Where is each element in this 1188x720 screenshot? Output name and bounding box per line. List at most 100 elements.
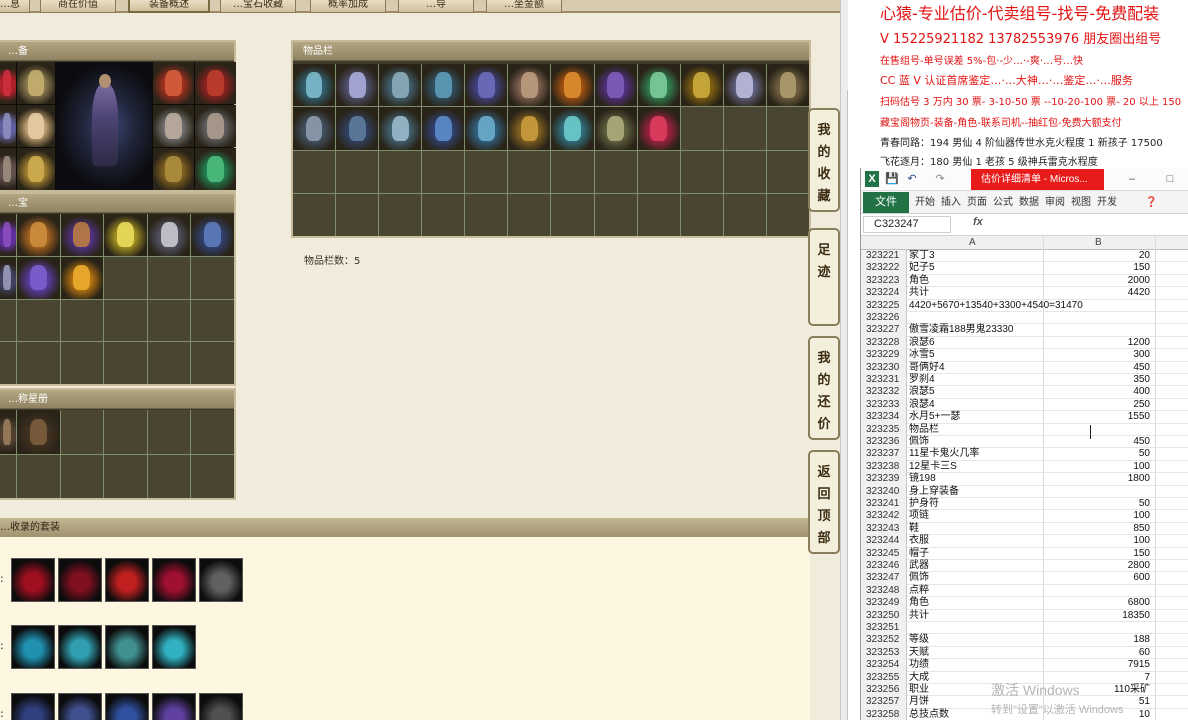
sheet-row[interactable]: 323249 角色 6800 — [861, 597, 1188, 610]
name-box[interactable]: C323247 — [863, 216, 951, 233]
empty-slot[interactable] — [104, 256, 147, 299]
row-number[interactable]: 323224 — [861, 287, 907, 300]
suit-item[interactable] — [11, 558, 55, 602]
cell-a[interactable]: 衣服 — [909, 535, 1043, 547]
row-number[interactable]: 323225 — [861, 299, 907, 312]
row-number[interactable]: 323251 — [861, 622, 907, 635]
inventory-slot[interactable] — [680, 64, 723, 107]
empty-slot[interactable] — [379, 193, 422, 236]
empty-slot[interactable] — [637, 193, 680, 236]
nav-tab-3[interactable]: 装备概述 — [128, 0, 210, 13]
cell-b[interactable]: 2800 — [1044, 560, 1154, 572]
empty-slot[interactable] — [104, 342, 147, 384]
empty-slot[interactable] — [293, 150, 336, 193]
sheet-row[interactable]: 323241 护身符 50 — [861, 498, 1188, 511]
cell-b[interactable]: 450 — [1044, 362, 1154, 374]
inventory-slot[interactable] — [637, 64, 680, 107]
cell-a[interactable]: 身上穿装备 — [909, 486, 1043, 498]
empty-slot[interactable] — [0, 299, 16, 342]
sheet-row[interactable]: 323235 物品栏 — [861, 423, 1188, 436]
row-number[interactable]: 323247 — [861, 572, 907, 585]
cell-a[interactable]: 佩饰 — [909, 572, 1043, 584]
sheet-row[interactable]: 323233 浪瑟4 250 — [861, 398, 1188, 412]
ribbon-tab-formula[interactable]: 公式 — [993, 193, 1013, 212]
row-number[interactable]: 323243 — [861, 522, 907, 536]
suit-item[interactable] — [152, 558, 196, 602]
row-number[interactable]: 323223 — [861, 274, 907, 288]
equip-slot[interactable] — [17, 105, 55, 147]
inventory-slot[interactable] — [422, 64, 465, 107]
empty-slot[interactable] — [60, 410, 104, 454]
inventory-slot[interactable] — [336, 107, 379, 150]
cell-a[interactable]: 家丁3 — [909, 250, 1043, 262]
sheet-row[interactable]: 323221 家丁3 20 — [861, 250, 1188, 263]
column-a-header[interactable]: A — [969, 237, 976, 248]
sheet-row[interactable]: 323242 项链 100 — [861, 510, 1188, 523]
cell-b[interactable]: 2000 — [1044, 275, 1154, 287]
sheet-row[interactable]: 323253 天赋 60 — [861, 646, 1188, 660]
minimize-icon[interactable]: – — [1125, 171, 1139, 187]
sheet-row[interactable]: 323246 武器 2800 — [861, 560, 1188, 573]
row-number[interactable]: 323235 — [861, 423, 907, 436]
column-b-header[interactable]: B — [1095, 237, 1102, 248]
cell-a[interactable]: 12星卡三S — [909, 461, 1043, 473]
cell-b[interactable]: 50 — [1044, 498, 1154, 510]
empty-slot[interactable] — [191, 256, 234, 299]
empty-slot[interactable] — [60, 299, 104, 342]
nav-tab-4[interactable]: …宝石收藏 — [220, 0, 296, 13]
sheet-row[interactable]: 323226 — [861, 312, 1188, 325]
equip-slot[interactable] — [153, 62, 194, 104]
help-icon[interactable]: ❓ — [1145, 193, 1157, 212]
row-number[interactable]: 323245 — [861, 547, 907, 560]
ribbon-tab-review[interactable]: 审阅 — [1045, 193, 1065, 212]
suit-item[interactable] — [58, 625, 102, 669]
empty-slot[interactable] — [594, 150, 637, 193]
equip-slot[interactable] — [153, 105, 194, 147]
cell-b[interactable]: 1800 — [1044, 473, 1154, 485]
empty-slot[interactable] — [147, 454, 191, 498]
empty-slot[interactable] — [0, 342, 16, 384]
inventory-slot[interactable] — [379, 107, 422, 150]
back-to-top-button[interactable]: 返回顶部 — [808, 450, 840, 554]
empty-slot[interactable] — [723, 150, 766, 193]
row-number[interactable]: 323240 — [861, 485, 907, 498]
suit-item[interactable] — [152, 693, 196, 720]
cell-a[interactable]: 角色 — [909, 275, 1043, 287]
sheet-row[interactable]: 323232 浪瑟5 400 — [861, 386, 1188, 399]
suit-item[interactable] — [105, 558, 149, 602]
empty-slot[interactable] — [551, 150, 594, 193]
cell-a[interactable]: 妃子5 — [909, 262, 1043, 274]
row-number[interactable]: 323246 — [861, 560, 907, 573]
treasure-slot[interactable] — [0, 256, 16, 299]
scrollbar-thumb[interactable] — [847, 90, 848, 720]
nav-tab-5[interactable]: 概率加成 — [310, 0, 386, 13]
cell-b[interactable]: 400 — [1044, 386, 1154, 398]
my-favorites-button[interactable]: 我的收藏 — [808, 108, 840, 212]
empty-slot[interactable] — [379, 150, 422, 193]
sheet-row[interactable]: 323223 角色 2000 — [861, 274, 1188, 288]
cell-a[interactable]: 4420+5670+13540+3300+4540=31470 — [909, 300, 1083, 312]
inventory-slot[interactable] — [379, 64, 422, 107]
cell-a[interactable]: 点粹 — [909, 585, 1043, 597]
fx-icon[interactable]: fx — [973, 216, 983, 228]
cell-a[interactable]: 共计 — [909, 610, 1043, 622]
cell-a[interactable]: 11星卡鬼火几率 — [909, 448, 1043, 460]
sheet-row[interactable]: 323225 4420+5670+13540+3300+4540=31470 — [861, 299, 1188, 312]
empty-slot[interactable] — [191, 342, 234, 384]
cell-a[interactable]: 武器 — [909, 560, 1043, 572]
empty-slot[interactable] — [336, 150, 379, 193]
row-number[interactable]: 323222 — [861, 262, 907, 275]
suit-item[interactable] — [199, 558, 243, 602]
empty-slot[interactable] — [104, 410, 147, 454]
cell-b[interactable]: 850 — [1044, 523, 1154, 535]
empty-slot[interactable] — [723, 107, 766, 150]
sheet-row[interactable]: 323224 共计 4420 — [861, 287, 1188, 300]
cell-b[interactable]: 7915 — [1044, 659, 1154, 671]
inventory-slot[interactable] — [637, 107, 680, 150]
empty-slot[interactable] — [465, 193, 508, 236]
row-number[interactable]: 323229 — [861, 349, 907, 362]
equip-slot[interactable] — [195, 148, 236, 190]
sheet-row[interactable]: 323234 水月5+一瑟 1550 — [861, 411, 1188, 424]
page-scrollbar[interactable] — [840, 0, 848, 720]
inventory-slot[interactable] — [508, 64, 551, 107]
